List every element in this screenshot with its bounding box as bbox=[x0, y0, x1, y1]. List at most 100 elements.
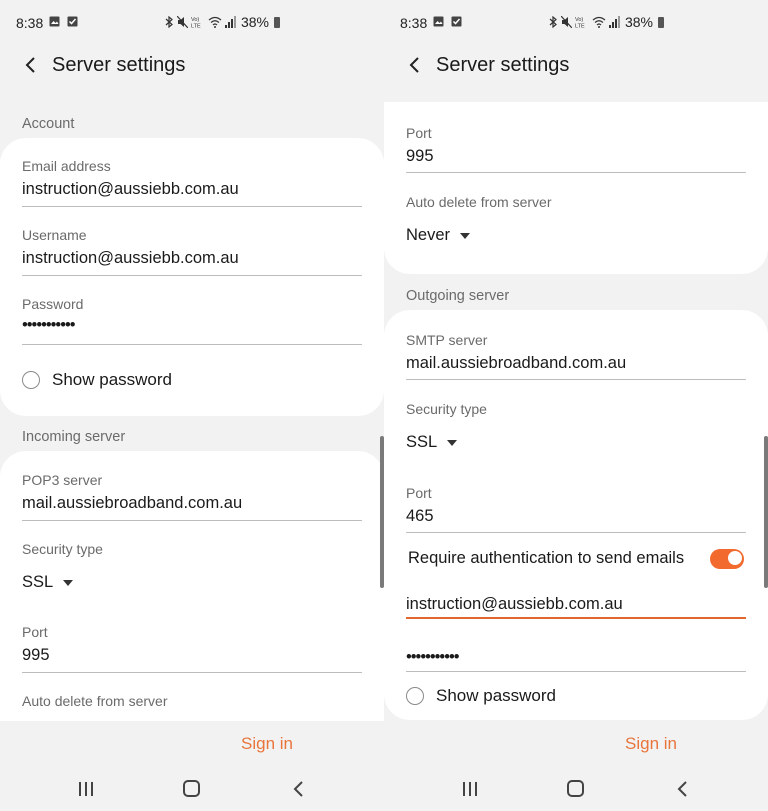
show-password-toggle[interactable]: Show password bbox=[22, 370, 172, 390]
port-value: 995 bbox=[406, 147, 434, 165]
home-icon[interactable] bbox=[564, 778, 588, 800]
auto-delete-label: Auto delete from server bbox=[22, 693, 168, 709]
section-account: Account bbox=[22, 116, 75, 132]
auth-password-field[interactable]: ••••••••••• bbox=[406, 648, 746, 678]
status-right-cluster: Vo) LTE 38% bbox=[165, 14, 280, 30]
security-label: Security type bbox=[406, 401, 487, 417]
battery-percent: 38% bbox=[624, 14, 653, 30]
image-icon bbox=[433, 16, 444, 27]
port-underline bbox=[406, 172, 746, 173]
auth-username-underline bbox=[406, 617, 746, 619]
back-arrow-icon[interactable] bbox=[20, 54, 42, 76]
home-icon[interactable] bbox=[180, 778, 204, 800]
security-value: SSL bbox=[22, 573, 54, 591]
security-type-field: Security type SSL bbox=[406, 401, 746, 461]
recents-icon[interactable] bbox=[458, 778, 482, 800]
auth-username-field[interactable]: instruction@aussiebb.com.au bbox=[406, 595, 746, 625]
pop3-value: mail.aussiebroadband.com.au bbox=[22, 494, 243, 512]
show-password-toggle[interactable]: Show password bbox=[406, 686, 556, 706]
smtp-port-label: Port bbox=[406, 485, 432, 501]
smtp-value: mail.aussiebroadband.com.au bbox=[406, 354, 627, 372]
require-auth-row[interactable]: Require authentication to send emails bbox=[408, 549, 744, 571]
smtp-port-underline bbox=[406, 532, 746, 533]
nav-back-icon[interactable] bbox=[288, 778, 312, 800]
battery-percent: 38% bbox=[240, 14, 269, 30]
username-value: instruction@aussiebb.com.au bbox=[22, 249, 239, 267]
svg-text:Vo): Vo) bbox=[575, 17, 583, 23]
port-field[interactable]: Port 995 bbox=[22, 624, 362, 674]
require-auth-switch[interactable] bbox=[710, 549, 744, 569]
auth-password-value: ••••••••••• bbox=[406, 648, 460, 666]
incoming-card: POP3 server mail.aussiebroadband.com.au … bbox=[0, 451, 384, 751]
username-underline bbox=[22, 275, 362, 276]
bluetooth-icon bbox=[549, 16, 557, 28]
sign-in-button[interactable]: Sign in bbox=[384, 734, 768, 754]
pop3-label: POP3 server bbox=[22, 472, 103, 488]
password-value: ••••••••••• bbox=[22, 316, 76, 334]
section-outgoing-server: Outgoing server bbox=[406, 288, 510, 304]
password-field[interactable]: Password ••••••••••• bbox=[22, 296, 362, 346]
mute-icon bbox=[176, 16, 188, 28]
show-password-radio[interactable] bbox=[22, 371, 40, 389]
wifi-icon bbox=[592, 16, 606, 28]
signal-icon bbox=[608, 16, 620, 28]
system-nav-bar bbox=[0, 770, 384, 810]
pop3-underline bbox=[22, 520, 362, 521]
username-field[interactable]: Username instruction@aussiebb.com.au bbox=[22, 227, 362, 277]
right-screen: 8:38 Vo) LTE 38% Server settings Port 995 bbox=[384, 0, 768, 811]
auto-delete-field[interactable]: Auto delete from server bbox=[22, 693, 362, 723]
wifi-icon bbox=[208, 16, 222, 28]
incoming-card-continued: Port 995 Auto delete from server Never bbox=[384, 102, 768, 274]
email-label: Email address bbox=[22, 158, 111, 174]
section-incoming-server: Incoming server bbox=[22, 429, 126, 445]
auto-delete-value: Never bbox=[406, 226, 451, 244]
require-auth-label: Require authentication to send emails bbox=[408, 549, 685, 567]
email-field[interactable]: Email address instruction@aussiebb.com.a… bbox=[22, 158, 362, 208]
volte-icon: Vo)LTE bbox=[575, 17, 585, 28]
app-header: Server settings bbox=[384, 46, 768, 86]
app-header: Server settings bbox=[0, 46, 384, 86]
bottom-bar: Sign in bbox=[0, 721, 384, 811]
account-card: Email address instruction@aussiebb.com.a… bbox=[0, 138, 384, 416]
image-icon bbox=[49, 16, 60, 27]
smtp-server-field[interactable]: SMTP server mail.aussiebroadband.com.au bbox=[406, 332, 746, 382]
show-password-label: Show password bbox=[436, 686, 557, 705]
show-password-radio[interactable] bbox=[406, 687, 424, 705]
port-label: Port bbox=[406, 125, 432, 141]
port-underline bbox=[22, 672, 362, 673]
system-nav-bar bbox=[384, 770, 768, 810]
battery-icon bbox=[274, 16, 280, 28]
pop3-server-field[interactable]: POP3 server mail.aussiebroadband.com.au bbox=[22, 472, 362, 522]
status-right-cluster: Vo) LTE 38% bbox=[549, 14, 664, 30]
auth-username-value: instruction@aussiebb.com.au bbox=[406, 595, 623, 613]
security-type-dropdown[interactable]: SSL bbox=[406, 433, 458, 452]
status-time: 8:38 bbox=[16, 15, 44, 31]
nav-back-icon[interactable] bbox=[672, 778, 696, 800]
auth-password-underline bbox=[406, 671, 746, 672]
status-time: 8:38 bbox=[400, 15, 428, 31]
security-value: SSL bbox=[406, 433, 438, 451]
battery-icon bbox=[658, 16, 664, 28]
bottom-bar: Sign in bbox=[384, 721, 768, 811]
recents-icon[interactable] bbox=[74, 778, 98, 800]
username-label: Username bbox=[22, 227, 87, 243]
auto-delete-dropdown[interactable]: Never bbox=[406, 226, 471, 245]
smtp-port-field[interactable]: Port 465 bbox=[406, 485, 746, 535]
check-square-icon bbox=[451, 16, 462, 27]
port-field[interactable]: Port 995 bbox=[406, 125, 746, 175]
security-label: Security type bbox=[22, 541, 103, 557]
dropdown-arrow-icon bbox=[460, 232, 471, 239]
svg-text:LTE: LTE bbox=[191, 24, 201, 29]
email-value: instruction@aussiebb.com.au bbox=[22, 180, 239, 198]
page-title: Server settings bbox=[436, 54, 570, 76]
back-arrow-icon[interactable] bbox=[404, 54, 426, 76]
security-type-dropdown[interactable]: SSL bbox=[22, 573, 74, 592]
signal-icon bbox=[224, 16, 236, 28]
scrollbar[interactable] bbox=[764, 436, 768, 588]
status-bar: 8:38 Vo) LTE 38% bbox=[384, 0, 768, 46]
sign-in-button[interactable]: Sign in bbox=[0, 734, 384, 754]
port-value: 995 bbox=[22, 646, 50, 664]
svg-text:Vo): Vo) bbox=[191, 17, 199, 23]
password-underline bbox=[22, 344, 362, 345]
smtp-label: SMTP server bbox=[406, 332, 488, 348]
